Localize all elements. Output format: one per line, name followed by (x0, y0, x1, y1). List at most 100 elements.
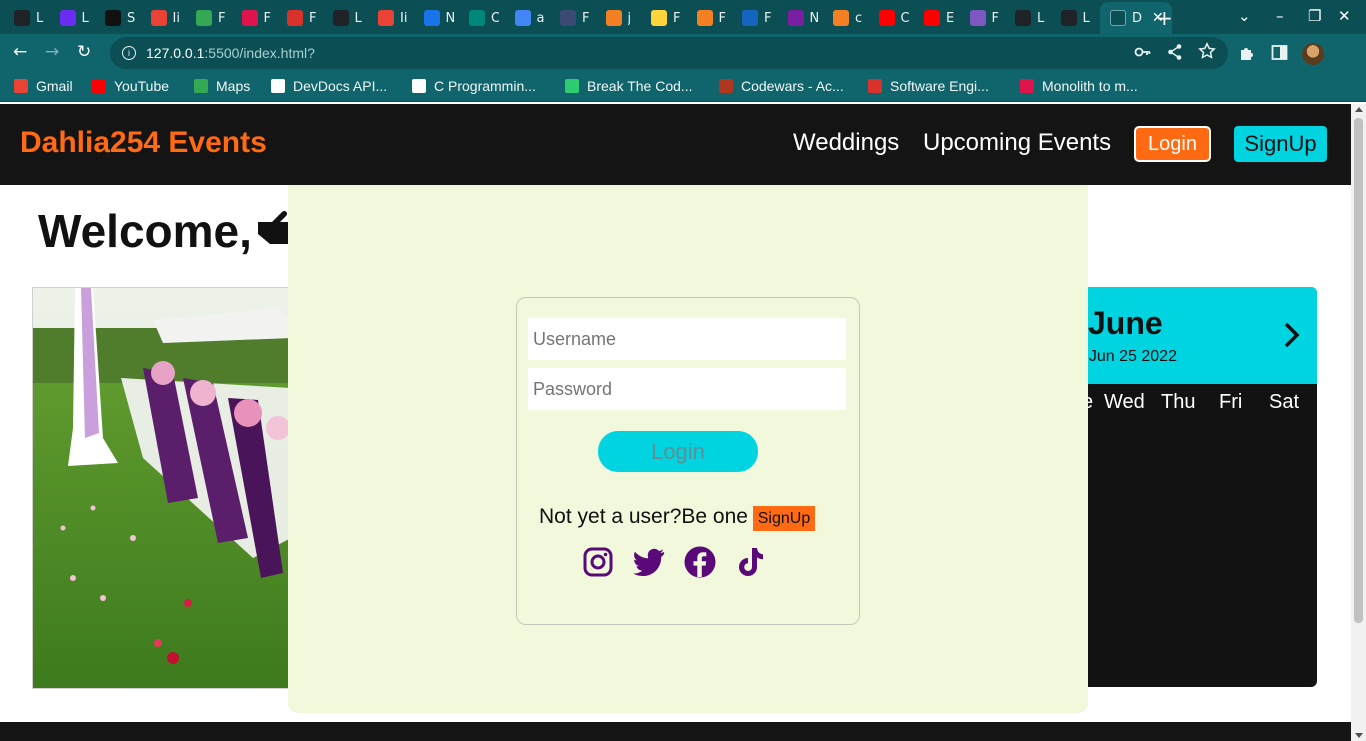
tab-title: a (536, 10, 545, 26)
bookmark-item[interactable]: Software Engi... (868, 78, 989, 94)
bookmark-item[interactable]: Gmail (14, 78, 73, 94)
facebook-icon[interactable] (684, 546, 716, 578)
browser-tab[interactable]: F (641, 4, 681, 32)
back-button[interactable]: ← (13, 42, 27, 62)
tab-favicon (651, 10, 667, 26)
url-host: 127.0.0.1 (146, 45, 205, 61)
browser-tab[interactable]: L (50, 4, 90, 32)
tab-favicon (878, 10, 895, 26)
url-text: 127.0.0.1:5500/index.html? (146, 45, 315, 61)
bookmark-label: DevDocs API... (293, 78, 388, 94)
bookmark-item[interactable]: Codewars - Ac... (719, 78, 844, 94)
tab-title: F (673, 10, 681, 26)
instagram-icon[interactable] (582, 546, 614, 578)
tab-title: F (764, 10, 772, 26)
browser-tab[interactable]: L (1051, 4, 1091, 32)
tab-favicon (969, 10, 986, 26)
bookmark-favicon (412, 79, 426, 93)
browser-tab[interactable]: L (323, 4, 363, 32)
key-icon[interactable] (1134, 43, 1152, 65)
nav-upcoming-events[interactable]: Upcoming Events (923, 129, 1111, 157)
tiktok-icon[interactable] (735, 546, 767, 578)
bookmark-favicon (92, 79, 106, 93)
browser-toolbar: ← → ↻ i 127.0.0.1:5500/index.html? (0, 34, 1366, 72)
bookmarks-bar: Gmail YouTube Maps DevDocs API... C Programm… (0, 72, 1366, 102)
bookmark-label: Gmail (36, 78, 73, 94)
bookmark-item[interactable]: Monolith to m... (1020, 78, 1138, 94)
bookmark-item[interactable]: Maps (194, 78, 250, 94)
new-tab-button[interactable]: + (1156, 6, 1173, 30)
header-signup-button[interactable]: SignUp (1234, 126, 1327, 162)
calendar-month: June (1088, 305, 1163, 341)
browser-tab[interactable]: F (277, 4, 317, 32)
tab-favicon (196, 10, 212, 26)
tab-favicon (14, 10, 30, 26)
browser-tab[interactable]: N (414, 4, 454, 32)
avatar[interactable] (1302, 43, 1324, 65)
restore-button[interactable]: ❐ (1308, 7, 1321, 25)
scroll-down-arrow-icon[interactable] (1355, 733, 1363, 738)
browser-tab[interactable]: F (186, 4, 226, 32)
calendar-weekdays: e Wed Thu Fri Sat (1060, 391, 1317, 415)
browser-tab[interactable]: L (1005, 4, 1045, 32)
signup-link-button[interactable]: SignUp (753, 506, 815, 531)
scrollbar-thumb[interactable] (1354, 118, 1363, 623)
browser-tab[interactable]: F (232, 4, 272, 32)
sidepanel-icon[interactable] (1271, 44, 1288, 66)
site-info-icon[interactable]: i (122, 46, 136, 60)
page-scrollbar[interactable] (1351, 104, 1366, 741)
bookmark-favicon (271, 79, 285, 93)
site-footer (0, 722, 1351, 741)
browser-tab[interactable]: F (550, 4, 590, 32)
login-button[interactable]: Login (598, 431, 758, 472)
browser-tab[interactable]: Ii (368, 4, 408, 32)
browser-tab[interactable]: E (914, 4, 954, 32)
share-icon[interactable] (1167, 43, 1183, 65)
close-window-button[interactable]: ✕ (1338, 7, 1351, 25)
tab-search-icon[interactable]: ⌄ (1238, 7, 1251, 25)
browser-tab[interactable]: C (459, 4, 499, 32)
star-icon[interactable] (1198, 42, 1216, 64)
tab-favicon (924, 10, 940, 26)
weekday: Fri (1219, 391, 1243, 413)
browser-tab[interactable]: N (778, 4, 818, 32)
site-brand[interactable]: Dahlia254 Events (20, 126, 267, 160)
browser-tab[interactable]: Ii (141, 4, 181, 32)
browser-tab[interactable]: S (95, 4, 135, 32)
address-bar[interactable]: i 127.0.0.1:5500/index.html? (110, 37, 1228, 69)
reload-button[interactable]: ↻ (77, 42, 91, 62)
minimize-button[interactable]: – (1276, 7, 1284, 25)
browser-tab[interactable]: c (823, 4, 863, 32)
bookmark-item[interactable]: YouTube (92, 78, 169, 94)
browser-tab[interactable]: F (732, 4, 772, 32)
username-input[interactable] (528, 318, 846, 360)
bookmark-item[interactable]: C Programmin... (412, 78, 536, 94)
bookmark-favicon (565, 79, 579, 93)
login-form: Login Not yet a user?Be one SignUp (516, 297, 860, 625)
nav-weddings[interactable]: Weddings (793, 129, 899, 157)
tab-favicon (1060, 10, 1077, 26)
browser-tab[interactable]: F (960, 4, 1000, 32)
puzzle-icon[interactable] (1239, 44, 1256, 66)
tab-favicon (150, 10, 167, 26)
tab-title: C (491, 10, 499, 26)
twitter-icon[interactable] (632, 546, 665, 578)
calendar-date: t Jun 25 2022 (1080, 348, 1177, 365)
browser-tab[interactable]: L (4, 4, 44, 32)
scroll-up-arrow-icon[interactable] (1355, 107, 1363, 112)
chevron-right-icon[interactable] (1282, 321, 1302, 354)
browser-tab[interactable]: a (505, 4, 545, 32)
browser-tab[interactable]: j (596, 4, 636, 32)
tab-title: S (127, 10, 135, 26)
tab-favicon (1015, 10, 1031, 26)
browser-tab[interactable]: C (869, 4, 909, 32)
tab-title: L (1037, 10, 1045, 26)
bookmark-item[interactable]: Break The Cod... (565, 78, 693, 94)
calendar-widget: June t Jun 25 2022 e Wed Thu Fri Sat (1060, 287, 1317, 687)
browser-tab[interactable]: F (687, 4, 727, 32)
forward-button[interactable]: → (45, 42, 59, 62)
tab-title: F (991, 10, 999, 26)
password-input[interactable] (528, 368, 846, 410)
bookmark-item[interactable]: DevDocs API... (271, 78, 387, 94)
header-login-button[interactable]: Login (1134, 126, 1211, 162)
